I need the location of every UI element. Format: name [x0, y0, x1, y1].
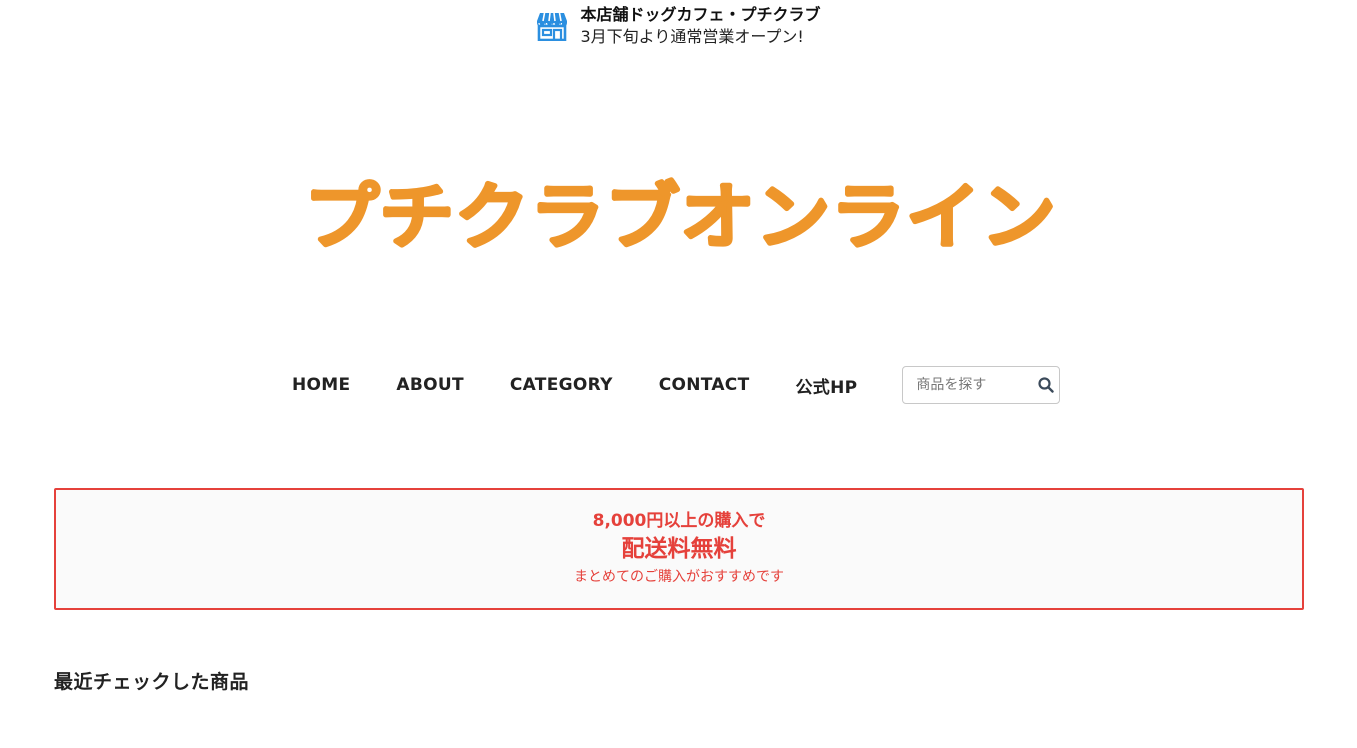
logo-text: プチクラブオンライン	[304, 175, 1056, 256]
search-icon	[1038, 377, 1055, 393]
announcement-title: 本店舗ドッグカフェ・プチクラブ	[580, 5, 821, 24]
promo-note: まとめてのご購入がおすすめです	[574, 569, 784, 585]
nav-item-contact[interactable]: CONTACT	[659, 375, 750, 395]
nav-item-official-hp[interactable]: 公式HP	[795, 373, 857, 398]
search-box	[902, 366, 1061, 404]
main-navigation: HOME ABOUT CATEGORY CONTACT 公式HP	[292, 365, 1061, 405]
announcement-bar: 本店舗ドッグカフェ・プチクラブ 3月下旬より通常営業オープン!	[0, 4, 1357, 48]
search-input[interactable]	[914, 376, 1029, 394]
search-button[interactable]	[1034, 373, 1058, 397]
announcement-content[interactable]: 本店舗ドッグカフェ・プチクラブ 3月下旬より通常営業オープン!	[536, 4, 821, 48]
promo-headline: 配送料無料	[621, 536, 737, 562]
logo-wordmark: プチクラブオンライン	[303, 174, 1058, 257]
nav-item-home[interactable]: HOME	[292, 375, 350, 395]
store-icon	[537, 12, 568, 41]
recently-viewed-heading: 最近チェックした商品	[54, 671, 250, 693]
announcement-subtitle: 3月下旬より通常営業オープン!	[580, 27, 804, 46]
nav-item-category[interactable]: CATEGORY	[510, 375, 613, 395]
nav-item-about[interactable]: ABOUT	[396, 375, 463, 395]
free-shipping-banner: 8,000円以上の購入で 配送料無料 まとめてのご購入がおすすめです	[54, 488, 1304, 610]
site-logo[interactable]: プチクラブオンライン	[300, 172, 1060, 257]
promo-threshold: 8,000円以上の購入で	[592, 511, 766, 531]
